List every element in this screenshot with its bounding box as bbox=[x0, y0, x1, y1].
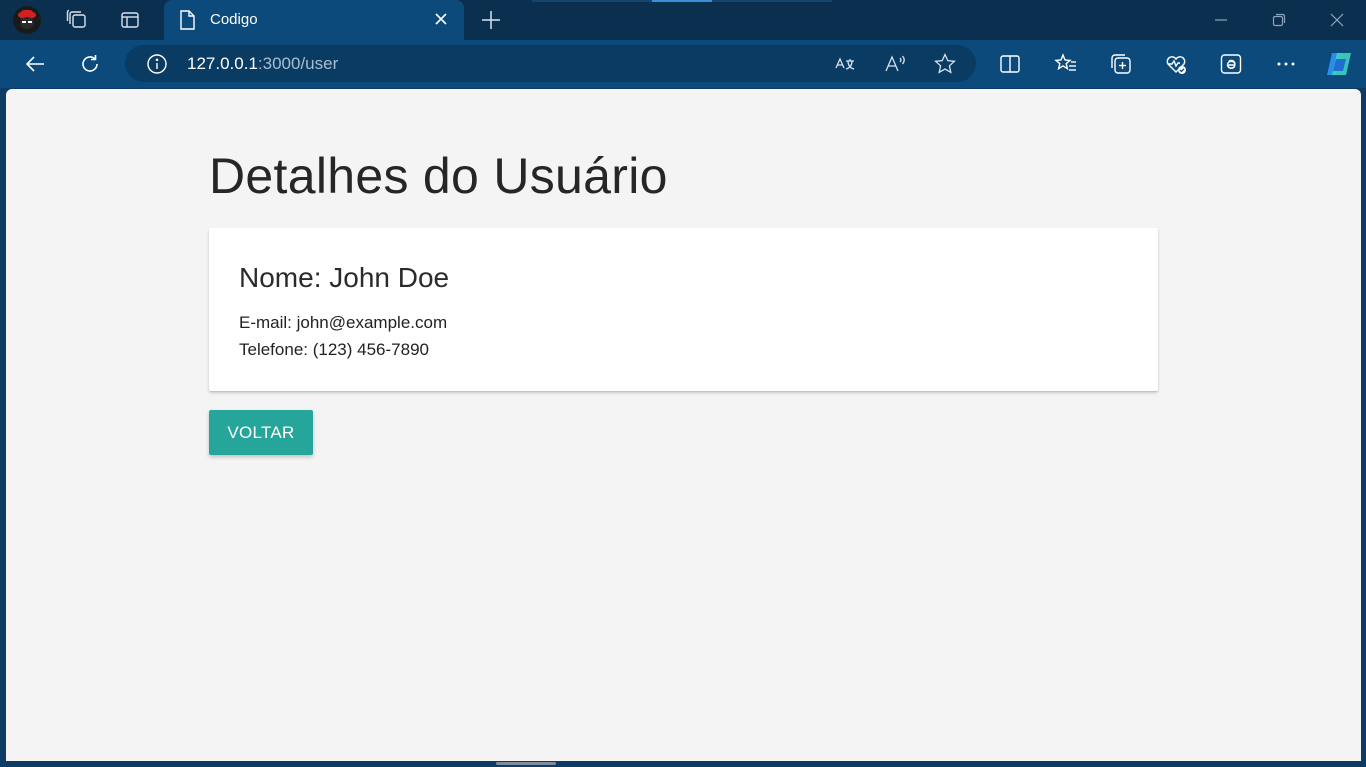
document-icon bbox=[179, 10, 196, 30]
tab-title: Codigo bbox=[210, 11, 258, 28]
collections-icon[interactable] bbox=[1109, 52, 1133, 76]
plus-icon[interactable] bbox=[480, 9, 502, 31]
info-icon[interactable] bbox=[145, 52, 169, 76]
window-bottom-edge bbox=[0, 761, 1366, 767]
restore-icon[interactable] bbox=[1250, 0, 1308, 40]
profile-avatar-icon[interactable] bbox=[4, 0, 50, 40]
user-name: Nome: John Doe bbox=[239, 262, 450, 293]
translate-icon[interactable] bbox=[833, 52, 857, 76]
scroll-handle[interactable] bbox=[496, 762, 556, 765]
minimize-icon[interactable] bbox=[1192, 0, 1250, 40]
page-viewport: Detalhes do Usuário Nome: John Doe E-mai… bbox=[6, 89, 1361, 761]
refresh-icon[interactable] bbox=[78, 52, 102, 76]
back-button[interactable]: VOLTAR bbox=[209, 410, 313, 455]
user-phone: Telefone: (123) 456-7890 bbox=[239, 340, 429, 359]
user-details-card: Nome: John Doe E-mail: john@example.com … bbox=[209, 228, 1158, 391]
browser-toolbar: 127.0.0.1:3000/user bbox=[0, 40, 1366, 88]
page-title: Detalhes do Usuário bbox=[209, 148, 668, 204]
read-aloud-icon[interactable] bbox=[883, 52, 907, 76]
close-icon[interactable] bbox=[434, 12, 448, 26]
url-host: 127.0.0.1 bbox=[187, 54, 258, 73]
loading-indicator bbox=[652, 0, 712, 2]
split-screen-icon[interactable] bbox=[998, 52, 1022, 76]
url-path: :3000/user bbox=[257, 54, 339, 73]
tab-actions-icon[interactable] bbox=[107, 0, 153, 40]
active-tab[interactable]: Codigo bbox=[164, 0, 464, 40]
more-icon[interactable] bbox=[1274, 52, 1298, 76]
favorites-icon[interactable] bbox=[1054, 52, 1078, 76]
window-close-icon[interactable] bbox=[1308, 0, 1366, 40]
favorite-star-icon[interactable] bbox=[933, 52, 957, 76]
browser-essentials-icon[interactable] bbox=[1164, 52, 1188, 76]
user-email: E-mail: john@example.com bbox=[239, 313, 448, 332]
address-bar[interactable]: 127.0.0.1:3000/user bbox=[125, 45, 976, 82]
copilot-icon[interactable] bbox=[1324, 49, 1354, 79]
browser-titlebar: Codigo bbox=[0, 0, 1366, 40]
workspaces-icon[interactable] bbox=[54, 0, 100, 40]
url-text[interactable]: 127.0.0.1:3000/user bbox=[187, 54, 338, 74]
back-arrow-icon[interactable] bbox=[23, 52, 47, 76]
internet-explorer-mode-icon[interactable] bbox=[1219, 52, 1243, 76]
